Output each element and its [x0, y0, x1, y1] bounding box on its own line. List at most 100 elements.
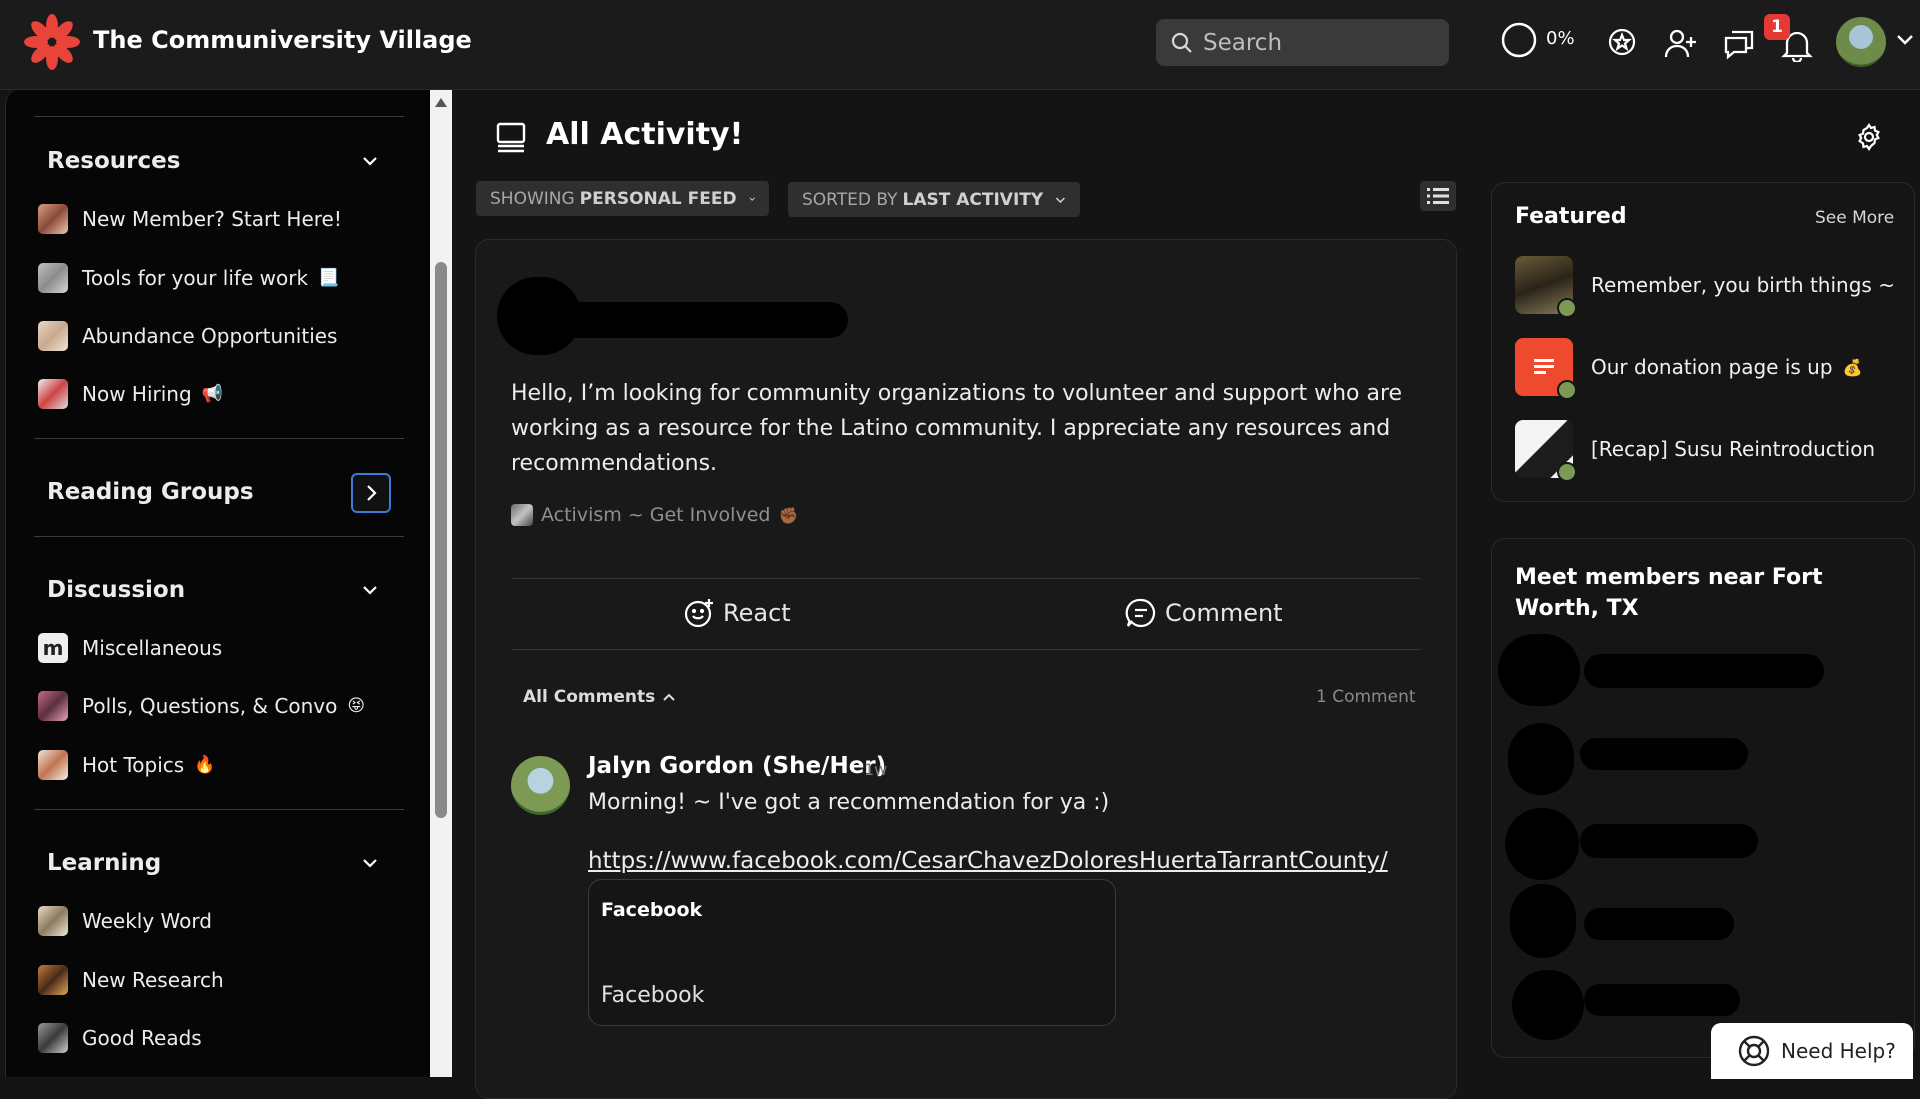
sidebar-item-hot-topics[interactable]: Hot Topics 🔥 [38, 749, 215, 781]
sidebar-item-now-hiring[interactable]: Now Hiring 📢 [38, 378, 223, 410]
megaphone-emoji-icon: 📢 [201, 384, 223, 404]
need-help-label: Need Help? [1781, 1039, 1896, 1063]
section-title-reading-groups[interactable]: Reading Groups [47, 479, 254, 505]
space-thumbnail [38, 204, 68, 234]
section-title-learning[interactable]: Learning [47, 850, 161, 876]
featured-item[interactable]: Remember, you birth things ~ [1515, 256, 1895, 318]
messages-icon[interactable] [1723, 28, 1757, 60]
sidebar-item-label: New Member? Start Here! [82, 207, 342, 231]
sidebar-item-label: Abundance Opportunities [82, 324, 338, 348]
redacted-member-name [1584, 908, 1734, 940]
sidebar-item-label: Miscellaneous [82, 636, 223, 660]
post-space-link[interactable]: Activism ~ Get Involved ✊🏾 [511, 504, 798, 526]
sidebar-item-label: Hot Topics [82, 753, 185, 777]
sidebar-item-new-research[interactable]: New Research [38, 964, 224, 996]
space-name: Activism ~ Get Involved [541, 504, 771, 526]
fire-emoji-icon: 🔥 [194, 755, 216, 775]
page-title: All Activity! [546, 117, 744, 152]
divider [34, 116, 404, 117]
comment-body: Morning! ~ I've got a recommendation for… [588, 790, 1110, 815]
author-mini-avatar [1557, 380, 1577, 400]
search-icon [1171, 32, 1192, 53]
sidebar-item-weekly-word[interactable]: Weekly Word [38, 905, 212, 937]
link-preview-site: Facebook [601, 983, 705, 1008]
space-thumbnail [38, 379, 68, 409]
top-bar: The Communiversity Village Search 0% 1 [0, 0, 1920, 90]
comment-button[interactable]: Comment [1125, 597, 1283, 629]
chevron-down-icon[interactable] [362, 585, 378, 595]
document-icon [1515, 338, 1577, 400]
sidebar-item-label: Weekly Word [82, 909, 212, 933]
sidebar-item-polls[interactable]: Polls, Questions, & Convo 😝 [38, 690, 365, 722]
commenter-avatar[interactable] [511, 756, 570, 815]
redacted-member-avatar [1498, 634, 1580, 706]
divider [511, 649, 1421, 650]
featured-item[interactable]: Our donation page is up 💰 [1515, 338, 1863, 400]
reading-groups-open-button[interactable] [351, 473, 391, 513]
list-view-button[interactable] [1420, 181, 1456, 211]
search-input[interactable]: Search [1156, 19, 1449, 66]
sidebar-item-tools[interactable]: Tools for your life work 📃 [38, 262, 339, 294]
link-preview-title: Facebook [601, 899, 703, 921]
redacted-member-avatar [1512, 970, 1584, 1040]
sidebar-item-miscellaneous[interactable]: m Miscellaneous [38, 632, 222, 664]
sort-filter-dropdown[interactable]: SORTED BY LAST ACTIVITY [788, 182, 1080, 217]
react-button[interactable]: React [683, 597, 791, 629]
progress-ring-icon[interactable] [1500, 21, 1538, 59]
sidebar-item-new-member[interactable]: New Member? Start Here! [38, 203, 342, 235]
post-body: Hello, I’m looking for community organiz… [511, 381, 1403, 476]
need-help-button[interactable]: Need Help? [1711, 1023, 1913, 1079]
redacted-member-name [1580, 824, 1758, 858]
comment-count: 1 Comment [1316, 687, 1416, 707]
react-label: React [723, 599, 791, 627]
section-title-resources[interactable]: Resources [47, 148, 180, 174]
link-preview-card[interactable]: Facebook Facebook [588, 879, 1116, 1026]
redacted-member-avatar [1508, 723, 1574, 795]
redacted-member-name [1584, 654, 1824, 688]
featured-thumbnail [1515, 420, 1577, 482]
sidebar-item-abundance[interactable]: Abundance Opportunities [38, 320, 337, 352]
comment-link[interactable]: https://www.facebook.com/CesarChavezDolo… [588, 848, 1388, 874]
chevron-down-icon[interactable] [362, 156, 378, 166]
space-thumbnail [38, 906, 68, 936]
see-more-link[interactable]: See More [1815, 208, 1894, 228]
sidebar-item-good-reads[interactable]: Good Reads [38, 1022, 202, 1054]
money-bag-emoji-icon: 💰 [1842, 357, 1863, 377]
user-avatar[interactable] [1836, 17, 1886, 67]
redacted-member-name [1580, 738, 1748, 770]
divider [34, 536, 404, 537]
featured-item[interactable]: [Recap] Susu Reintroduction [1515, 420, 1875, 482]
feed-filter-dropdown[interactable]: SHOWING PERSONAL FEED [476, 181, 769, 216]
space-thumbnail [38, 321, 68, 351]
brand-name[interactable]: The Communiversity Village [93, 26, 472, 54]
react-emoji-icon [684, 599, 713, 628]
chevron-down-icon[interactable] [1896, 34, 1914, 46]
settings-gear-icon[interactable] [1855, 123, 1883, 151]
chevron-down-icon [1056, 196, 1066, 203]
all-comments-toggle[interactable]: All Comments [523, 687, 676, 707]
notification-badge: 1 [1764, 14, 1790, 40]
redacted-member-name [1584, 984, 1740, 1016]
redacted-member-avatar [1505, 808, 1579, 880]
section-title-discussion[interactable]: Discussion [47, 577, 185, 603]
fist-emoji-icon: ✊🏾 [778, 505, 799, 525]
space-thumbnail [38, 691, 68, 721]
star-badge-icon[interactable] [1607, 27, 1637, 57]
add-user-icon[interactable] [1664, 27, 1698, 61]
scroll-up-arrow-icon[interactable] [435, 98, 447, 107]
page-emoji-icon: 📃 [318, 268, 340, 288]
m-letter-icon: m [38, 633, 68, 663]
divider [34, 809, 404, 810]
scrollbar-thumb[interactable] [435, 262, 447, 818]
featured-item-label: Remember, you birth things ~ [1591, 273, 1895, 297]
space-thumbnail [38, 750, 68, 780]
lifebuoy-icon [1738, 1035, 1770, 1067]
filter-value: LAST ACTIVITY [902, 189, 1044, 210]
brand-logo-icon[interactable] [24, 14, 80, 70]
sidebar-scrollbar[interactable] [430, 90, 452, 1077]
search-placeholder: Search [1203, 30, 1283, 56]
commenter-name[interactable]: Jalyn Gordon (She/Her) [588, 753, 886, 779]
sidebar-item-label: Tools for your life work [82, 266, 309, 290]
chevron-down-icon[interactable] [362, 858, 378, 868]
redacted-member-avatar [1510, 884, 1576, 958]
